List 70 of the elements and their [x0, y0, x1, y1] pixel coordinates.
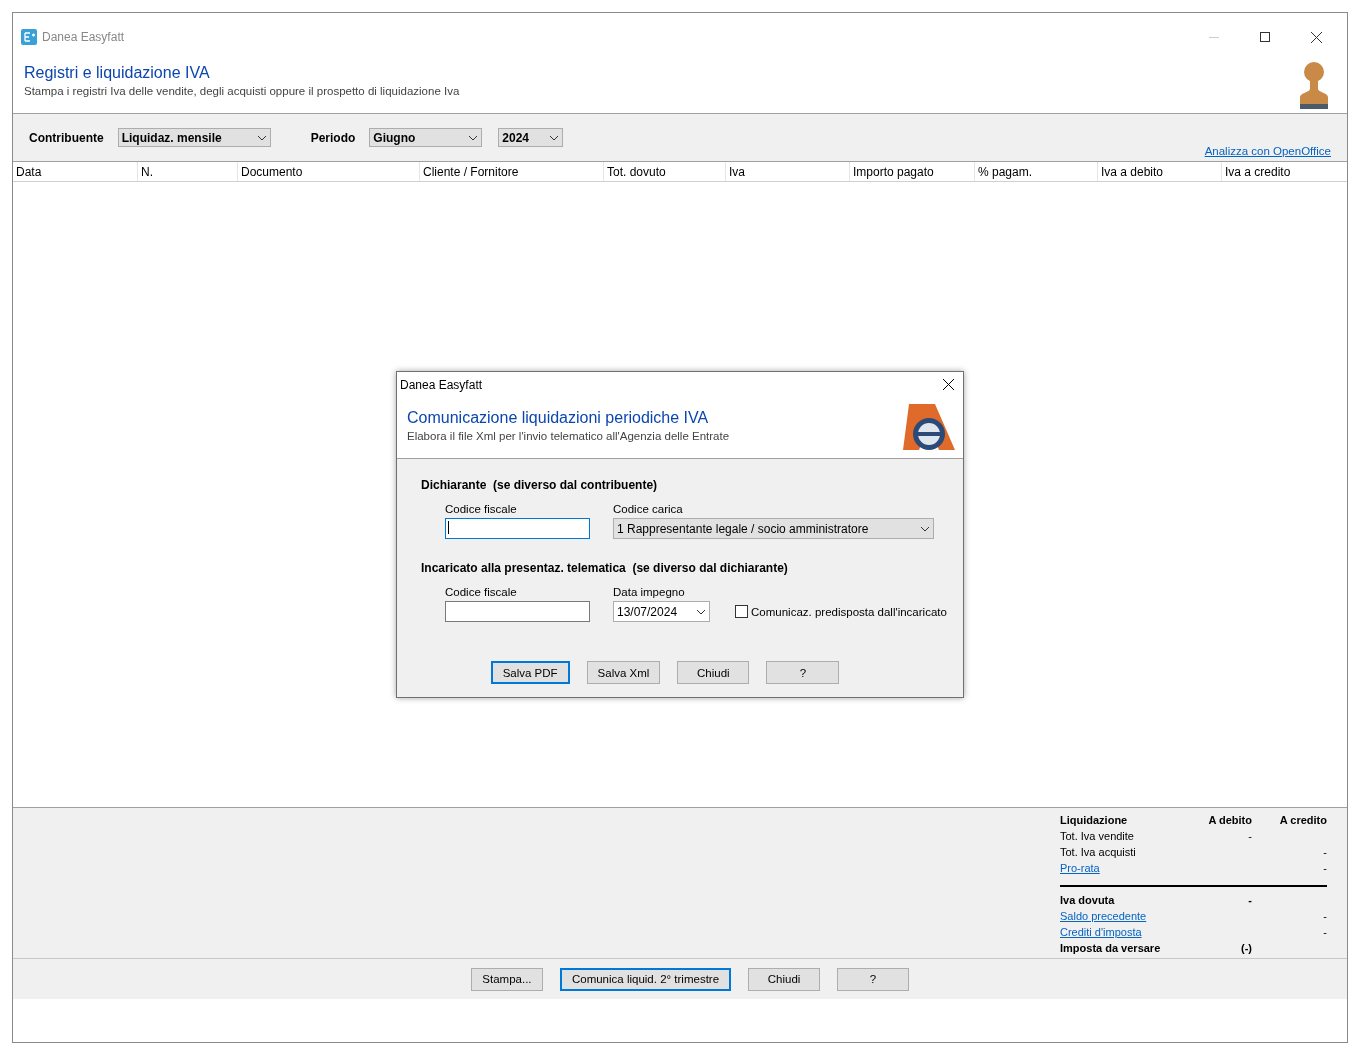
summary-header: A debito — [1207, 814, 1252, 828]
chevron-down-icon — [256, 134, 267, 141]
column-header[interactable]: Data — [13, 162, 137, 181]
section-title: Dichiarante (se diverso dal contribuente) — [421, 478, 659, 492]
summary-label: Imposta da versare — [1060, 942, 1162, 956]
credit-value: - — [1322, 910, 1327, 924]
window-title: Danea Easyfatt — [42, 30, 126, 44]
dropdown[interactable]: 1 Rappresentante legale / socio amministratore — [613, 518, 934, 539]
dialog-button[interactable]: Chiudi — [677, 661, 750, 684]
debit-value: (-) — [1240, 942, 1252, 956]
input-field[interactable] — [445, 518, 590, 539]
chevron-down-icon — [549, 134, 560, 141]
field-label: Codice fiscale — [445, 503, 518, 515]
summary-header: Liquidazione — [1060, 814, 1129, 828]
summary-label: Tot. Iva vendite — [1060, 830, 1135, 844]
filter-label: Periodo — [310, 130, 356, 145]
chevron-down-icon — [920, 525, 930, 532]
footer-button[interactable]: Comunica liquid. 2° trimestre — [559, 967, 732, 991]
credit-value: - — [1322, 846, 1327, 860]
filter-dropdown[interactable]: 2024 — [498, 128, 564, 147]
filter-dropdown[interactable]: Giugno — [369, 128, 483, 147]
column-header[interactable]: N. — [137, 162, 237, 181]
footer-button[interactable]: ? — [837, 967, 910, 991]
debit-value: - — [1247, 894, 1252, 908]
chevron-down-icon — [468, 134, 479, 141]
summary-link[interactable]: Saldo precedente — [1060, 910, 1147, 926]
column-header[interactable]: Documento — [237, 162, 419, 181]
dialog-button[interactable]: ? — [766, 661, 840, 684]
dropdown[interactable]: 13/07/2024 — [613, 601, 710, 622]
column-header[interactable]: Cliente / Fornitore — [419, 162, 603, 181]
field-label: Codice fiscale — [445, 586, 518, 598]
column-header[interactable]: Importo pagato — [849, 162, 974, 181]
column-header[interactable]: Iva a credito — [1221, 162, 1347, 181]
checkbox-label: Comunicaz. predisposta dall'incaricato — [751, 605, 947, 618]
close-icon[interactable] — [1310, 31, 1322, 43]
close-icon[interactable] — [942, 379, 954, 390]
page-subtitle: Stampa i registri Iva delle vendite, degli acquisti oppure il prospetto di liquidazione Iva — [24, 85, 461, 97]
credit-value: - — [1322, 862, 1327, 876]
summary-label: Iva dovuta — [1060, 894, 1116, 908]
column-header[interactable]: Iva — [725, 162, 849, 181]
summary-header: A credito — [1278, 814, 1327, 828]
summary-link[interactable]: Crediti d'imposta — [1060, 926, 1142, 942]
checkbox[interactable] — [735, 605, 748, 618]
column-header[interactable]: % pagam. — [974, 162, 1097, 181]
footer-button[interactable]: Stampa... — [470, 967, 543, 991]
chevron-down-icon — [696, 608, 706, 615]
field-label: Data impegno — [613, 586, 686, 598]
debit-value: - — [1247, 830, 1252, 844]
dialog-subtitle: Elabora il file Xml per l'invio telematico all'Agenzia delle Entrate — [407, 430, 731, 442]
summary-link[interactable]: Pro-rata — [1060, 862, 1100, 878]
app-logo-icon — [21, 29, 37, 45]
column-header[interactable]: Iva a debito — [1097, 162, 1221, 181]
field-label: Codice carica — [613, 503, 684, 515]
maximize-icon[interactable] — [1260, 32, 1270, 42]
filter-label: Contribuente — [29, 130, 104, 145]
footer-button[interactable]: Chiudi — [748, 967, 821, 991]
dialog-button[interactable]: Salva Xml — [586, 661, 661, 684]
section-title: Incaricato alla presentaz. telematica (se diverso dal dichiarante) — [421, 561, 789, 575]
summary-label: Tot. Iva acquisti — [1060, 846, 1137, 860]
page-title: Registri e liquidazione IVA — [24, 64, 211, 82]
dialog-button[interactable]: Salva PDF — [490, 661, 570, 684]
analyze-link[interactable]: Analizza con OpenOffice — [1204, 145, 1331, 157]
dialog-heading: Comunicazione liquidazioni periodiche IVA — [407, 409, 710, 427]
credit-value: - — [1322, 926, 1327, 940]
agency-logo-icon — [901, 404, 957, 452]
column-header[interactable]: Tot. dovuto — [603, 162, 725, 181]
dialog-title: Danea Easyfatt — [400, 377, 483, 392]
input-field[interactable] — [445, 601, 590, 622]
text-cursor — [448, 521, 449, 534]
filter-dropdown[interactable]: Liquidaz. mensile — [117, 128, 271, 147]
